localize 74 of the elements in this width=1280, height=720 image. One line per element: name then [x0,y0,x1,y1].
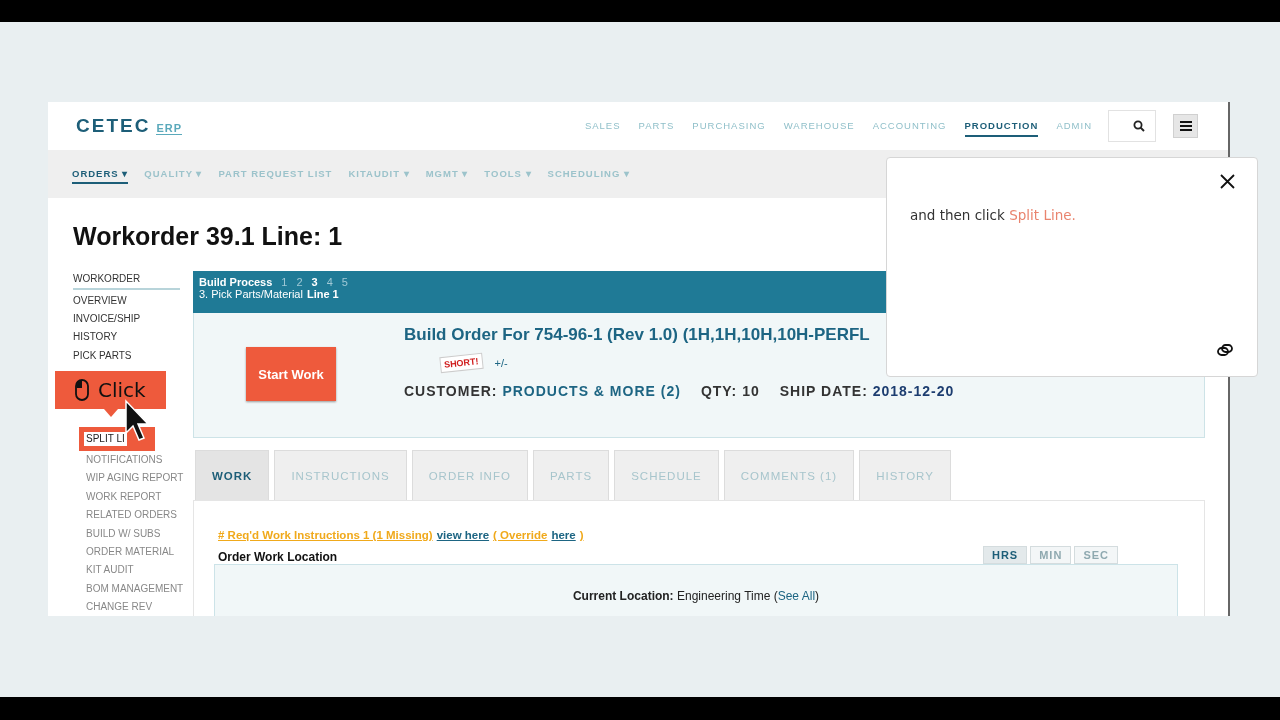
logo-wordmark[interactable]: CETEC [76,115,151,137]
section-heading: Order Work Location [218,550,338,564]
search-button[interactable] [1108,110,1156,142]
sidebar-link[interactable]: ORDER MATERIAL [81,543,180,562]
callout-label: Click [98,378,146,402]
nav-link[interactable]: PARTS [638,115,675,137]
menu-icon [1179,121,1192,131]
nav-link[interactable]: PURCHASING [692,115,766,137]
subnav-link[interactable]: PART REQUEST LIST [218,164,333,184]
warning-link[interactable]: # Req'd Work Instructions 1 (1 Missing) [218,529,433,541]
warning-link[interactable]: ( Override [493,529,548,541]
sidebar-link[interactable]: HISTORY [73,328,180,347]
step-link[interactable]: 1 [281,276,288,288]
sidebar-link[interactable]: CHANGE REV [81,598,180,616]
tab[interactable]: SCHEDULE [614,450,719,500]
see-all-link[interactable]: See All [777,589,816,603]
link-icon[interactable] [1217,344,1233,356]
subnav-link[interactable]: SCHEDULING ▾ [547,164,630,184]
sidebar-link[interactable]: OVERVIEW [73,291,180,310]
field-label: SHIP DATE: [779,383,868,399]
tooltip-text: and then click Split Line. [910,207,1076,223]
field-value: 2018-12-20 [872,383,955,399]
step-name: 3. Pick Parts/Material [199,288,303,300]
link[interactable]: view here [436,529,490,541]
nav-link[interactable]: ADMIN [1056,115,1092,137]
subnav-link[interactable]: TOOLS ▾ [484,164,532,184]
field-value[interactable]: PRODUCTS & MORE (2) [502,383,681,399]
build-process-label: Build Process [199,276,273,288]
field-value: 10 [742,383,760,399]
sidebar-link[interactable]: INVOICE/SHIP [73,309,180,329]
sidebar-link[interactable]: NOTIFICATIONS [81,451,180,470]
unit-toggle[interactable]: MIN [1030,546,1072,564]
search-icon [1133,120,1145,132]
current-location-text: Current Location: Engineering Time (See All) [572,589,820,605]
sidebar-link[interactable]: RELATED ORDERS [81,506,180,525]
sidebar-link[interactable]: BUILD W/ SUBS [81,524,180,543]
subnav-link[interactable]: MGMT ▾ [425,164,469,184]
close-icon[interactable] [1220,174,1235,189]
sidebar-link[interactable]: WORKORDER [73,271,180,290]
warning-link[interactable]: ) [579,529,584,541]
tab[interactable]: ORDER INFO [411,450,528,500]
tab[interactable]: INSTRUCTIONS [274,450,407,500]
adjust-link[interactable]: +/- [494,357,508,369]
step-link[interactable]: 5 [341,276,348,288]
field-label: QTY: [700,383,738,399]
logo-suffix[interactable]: ERP [156,122,183,135]
start-work-button[interactable]: Start Work [246,347,336,401]
field-label: CUSTOMER: [404,383,498,399]
step-link[interactable]: 3 [311,276,318,288]
subnav-link[interactable]: KITAUDIT ▾ [348,164,410,184]
step-link[interactable]: 4 [326,276,333,288]
subnav-link[interactable]: QUALITY ▾ [144,164,203,184]
mouse-icon [75,379,89,401]
tab[interactable]: WORK [195,450,270,500]
step-link[interactable]: 2 [296,276,303,288]
menu-button[interactable] [1173,114,1198,138]
line-label: Line 1 [306,288,339,300]
page-title: Workorder 39.1 Line: 1 [73,222,344,251]
tab[interactable]: HISTORY [859,450,951,500]
sidebar-link[interactable]: PICK PARTS [73,346,180,366]
unit-toggle[interactable]: HRS [982,546,1028,564]
nav-link[interactable]: SALES [584,115,621,137]
nav-link[interactable]: PRODUCTION [964,115,1039,137]
unit-toggle[interactable]: SEC [1074,546,1118,564]
nav-link[interactable]: WAREHOUSE [783,115,855,137]
nav-link[interactable]: ACCOUNTING [872,115,947,137]
sidebar-link[interactable]: WORK REPORT [81,487,180,507]
link[interactable]: here [551,529,576,541]
sidebar-link[interactable]: KIT AUDIT [81,561,180,580]
shortage-stamp: SHORT! [439,352,484,374]
tab[interactable]: COMMENTS (1) [723,450,855,500]
tab[interactable]: PARTS [532,450,610,500]
order-title: Build Order For 754-96-1 (Rev 1.0) (1H,1H,10H,10H-PERFL [404,325,871,345]
subnav-link[interactable]: ORDERS ▾ [72,164,129,184]
